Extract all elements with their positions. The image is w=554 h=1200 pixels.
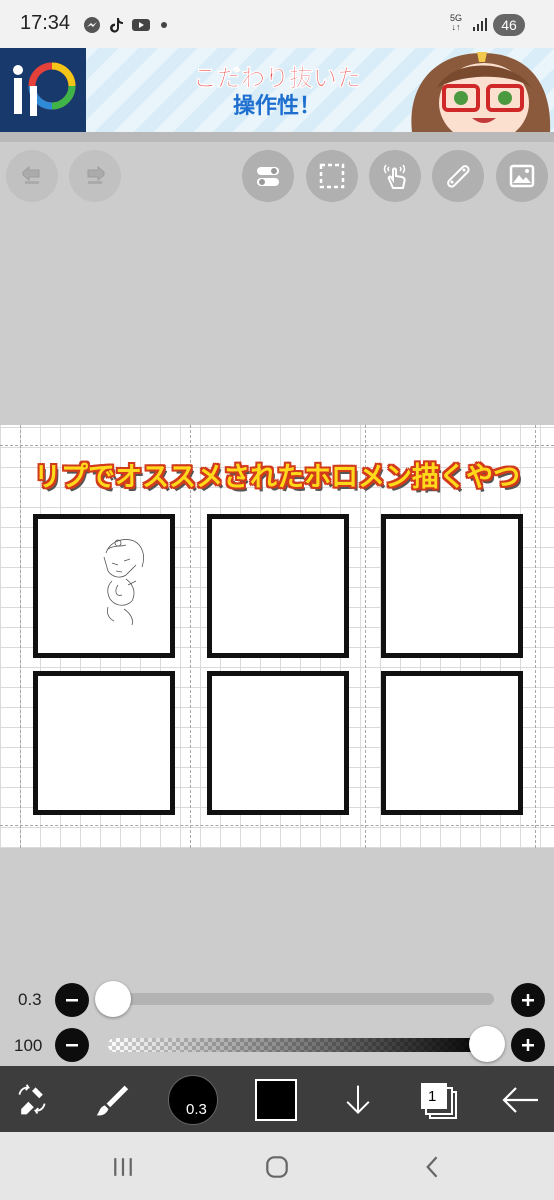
- toggle-button[interactable]: [242, 150, 294, 202]
- opacity-slider-knob[interactable]: [469, 1026, 505, 1062]
- opacity-label: 100: [14, 1036, 43, 1055]
- comic-panel: [381, 514, 523, 658]
- move-down-button[interactable]: [338, 1080, 378, 1120]
- back-button[interactable]: [500, 1080, 540, 1120]
- size-decrease-button[interactable]: [55, 983, 89, 1017]
- layers-button[interactable]: [418, 1080, 458, 1120]
- comic-panel: [33, 514, 175, 658]
- nav-back-button[interactable]: [416, 1150, 450, 1184]
- canvas-title-text: リプでオススメされたホロメン描くやつ: [34, 462, 520, 493]
- ruler-icon: [447, 165, 470, 188]
- redo-button[interactable]: [69, 150, 121, 202]
- brush-size-value: 0.3: [186, 1101, 207, 1118]
- recent-apps-icon: [114, 1158, 132, 1176]
- home-icon: [266, 1156, 288, 1178]
- plus-icon: [522, 1039, 534, 1051]
- selection-icon: [319, 163, 345, 189]
- image-icon: [509, 164, 535, 188]
- brush-size-label: 0.3: [18, 990, 42, 1009]
- drawing-canvas[interactable]: リプでオススメされたホロメン描くやつ: [0, 425, 554, 848]
- sketch-drawing: [103, 539, 144, 626]
- gesture-icon: [383, 164, 406, 189]
- comic-panel: [207, 514, 349, 658]
- tiktok-icon: [107, 16, 125, 34]
- image-button[interactable]: [496, 150, 548, 202]
- arrow-down-icon: [346, 1085, 370, 1115]
- opacity-decrease-button[interactable]: [55, 1028, 89, 1062]
- size-increase-button[interactable]: [511, 983, 545, 1017]
- guide-line: [0, 445, 554, 446]
- ruler-button[interactable]: [432, 150, 484, 202]
- minus-icon: [66, 999, 78, 1002]
- opacity-increase-button[interactable]: [511, 1028, 545, 1062]
- brush-size-slider-knob[interactable]: [95, 981, 131, 1017]
- battery-indicator: 46: [493, 14, 525, 36]
- ibis-paint-logo: [0, 48, 86, 132]
- comic-panel: [381, 671, 523, 815]
- brush-size-slider[interactable]: [108, 993, 494, 1005]
- minus-icon: [66, 1044, 78, 1047]
- messenger-icon: [83, 16, 101, 34]
- comic-panel: [207, 671, 349, 815]
- chevron-left-icon: [426, 1156, 438, 1178]
- ad-banner[interactable]: こだわり抜いた 操作性！: [0, 48, 554, 132]
- recent-apps-button[interactable]: [106, 1150, 140, 1184]
- ad-character-illustration: [402, 48, 554, 132]
- brush-tool-button[interactable]: [92, 1080, 132, 1120]
- swap-tool-button[interactable]: [12, 1080, 52, 1120]
- arrow-left-icon: [502, 1087, 538, 1113]
- gesture-button[interactable]: [369, 150, 421, 202]
- undo-button[interactable]: [6, 150, 58, 202]
- guide-line: [0, 825, 554, 826]
- redo-icon: [87, 165, 105, 184]
- swap-eraser-icon: [18, 1084, 46, 1115]
- layer-count: 1: [428, 1088, 437, 1105]
- dot-icon: [158, 16, 176, 34]
- network-indicator: 5G ↓↑: [450, 13, 463, 32]
- signal-icon: [472, 16, 488, 36]
- comic-panel: [33, 671, 175, 815]
- opacity-slider[interactable]: [108, 1038, 490, 1052]
- toolbar-separator: [0, 132, 554, 142]
- youtube-icon: [131, 16, 150, 34]
- layers-icon: [421, 1083, 457, 1119]
- status-time: 17:34: [20, 12, 71, 34]
- toggle-icon: [257, 167, 279, 186]
- home-button[interactable]: [260, 1150, 294, 1184]
- selection-button[interactable]: [306, 150, 358, 202]
- undo-icon: [22, 165, 40, 184]
- color-picker-button[interactable]: [255, 1079, 297, 1121]
- plus-icon: [522, 994, 534, 1006]
- brush-icon: [96, 1085, 129, 1116]
